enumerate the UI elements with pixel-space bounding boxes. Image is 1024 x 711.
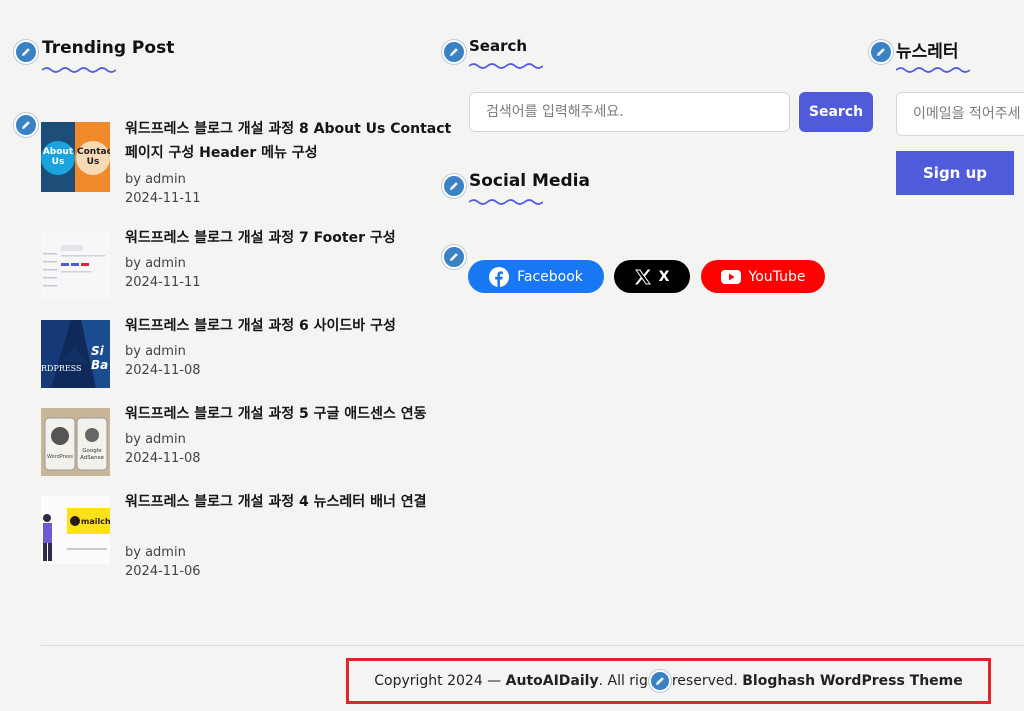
post-date: 2024-11-11 xyxy=(125,275,201,290)
newsletter-email-input[interactable] xyxy=(896,92,1024,136)
facebook-label: Facebook xyxy=(517,268,583,285)
x-logo-icon xyxy=(634,269,651,285)
x-button[interactable]: X xyxy=(614,260,690,293)
post-thumbnail[interactable]: mailch xyxy=(41,496,110,564)
post-author[interactable]: by admin xyxy=(125,543,186,562)
post-author[interactable]: by admin xyxy=(125,430,186,449)
social-media-title: Social Media xyxy=(469,171,590,191)
edit-shortcut-icon[interactable] xyxy=(442,245,466,269)
search-widget-title: Search xyxy=(469,37,528,55)
trending-post-item[interactable]: mailch 워드프레스 블로그 개설 과정 4 뉴스레터 배너 연결 by a… xyxy=(41,490,451,580)
youtube-icon xyxy=(720,269,741,284)
thumb-label-about: About Us xyxy=(42,147,74,167)
trending-post-title: Trending Post xyxy=(42,38,175,58)
site-name-link[interactable]: AutoAIDaily xyxy=(506,673,599,689)
copyright-prefix: Copyright 2024 — xyxy=(374,673,506,689)
newsletter-title: 뉴스레터 xyxy=(896,42,959,62)
edit-shortcut-icon[interactable] xyxy=(14,113,38,137)
post-author[interactable]: by admin xyxy=(125,342,186,361)
thumb-label-mailchimp: mailch xyxy=(81,517,110,526)
thumb-label-wordpress: WordPress xyxy=(46,454,73,460)
post-title-link[interactable]: 워드프레스 블로그 개설 과정 5 구글 애드센스 연동 xyxy=(125,402,455,426)
youtube-label: YouTube xyxy=(748,268,806,285)
post-date: 2024-11-06 xyxy=(125,564,201,579)
post-date: 2024-11-08 xyxy=(125,363,201,378)
footer-copyright: Copyright 2024 — AutoAIDaily . All rig r… xyxy=(346,658,991,704)
post-thumbnail[interactable]: WordPress Google AdSense xyxy=(41,408,110,476)
title-underline-wave xyxy=(469,199,543,205)
post-date: 2024-11-11 xyxy=(125,191,201,206)
post-title-link[interactable]: 워드프레스 블로그 개설 과정 8 About Us Contact 페이지 구… xyxy=(125,117,455,165)
trending-post-item[interactable]: RDPRESS Si Ba 워드프레스 블로그 개설 과정 6 사이드바 구성 … xyxy=(41,314,451,388)
trending-post-item[interactable]: WordPress Google AdSense 워드프레스 블로그 개설 과정… xyxy=(41,402,451,476)
thumb-label-contact: Contact Us xyxy=(77,147,110,167)
x-label: X xyxy=(658,268,670,285)
post-author[interactable]: by admin xyxy=(125,170,186,189)
trending-post-item[interactable]: About Us Contact Us 워드프레스 블로그 개설 과정 8 Ab… xyxy=(41,117,451,207)
footer-divider xyxy=(41,645,1024,646)
facebook-icon xyxy=(489,266,510,287)
title-underline-wave xyxy=(42,67,116,73)
signup-button[interactable]: Sign up xyxy=(896,151,1014,195)
post-date: 2024-11-08 xyxy=(125,451,201,466)
post-title-link[interactable]: 워드프레스 블로그 개설 과정 6 사이드바 구성 xyxy=(125,314,455,338)
edit-shortcut-icon[interactable] xyxy=(648,670,671,692)
youtube-button[interactable]: YouTube xyxy=(701,260,825,293)
post-title-link[interactable]: 워드프레스 블로그 개설 과정 4 뉴스레터 배너 연결 xyxy=(125,490,455,514)
edit-shortcut-icon[interactable] xyxy=(869,40,893,64)
thumb-label-adsense: Google AdSense xyxy=(80,448,104,461)
post-thumbnail[interactable]: RDPRESS Si Ba xyxy=(41,320,110,388)
title-underline-wave xyxy=(469,63,543,69)
post-thumbnail[interactable]: About Us Contact Us xyxy=(41,122,110,192)
facebook-button[interactable]: Facebook xyxy=(468,260,604,293)
search-button[interactable]: Search xyxy=(799,92,873,132)
title-underline-wave xyxy=(896,67,970,73)
edit-shortcut-icon[interactable] xyxy=(442,174,466,198)
thumb-label-sidebar: Si Ba xyxy=(91,344,109,372)
edit-shortcut-icon[interactable] xyxy=(442,40,466,64)
post-title-link[interactable]: 워드프레스 블로그 개설 과정 7 Footer 구성 xyxy=(125,226,455,250)
trending-post-item[interactable]: 워드프레스 블로그 개설 과정 7 Footer 구성 by admin 202… xyxy=(41,226,451,300)
theme-link[interactable]: Bloghash WordPress Theme xyxy=(742,673,962,689)
rights-text: reserved. xyxy=(671,673,743,689)
rights-text: . All rig xyxy=(598,673,648,689)
thumb-label-wordpress: RDPRESS xyxy=(41,364,82,373)
edit-shortcut-icon[interactable] xyxy=(14,40,38,64)
post-author[interactable]: by admin xyxy=(125,254,186,273)
post-thumbnail[interactable] xyxy=(41,231,110,300)
search-input[interactable] xyxy=(469,92,790,132)
